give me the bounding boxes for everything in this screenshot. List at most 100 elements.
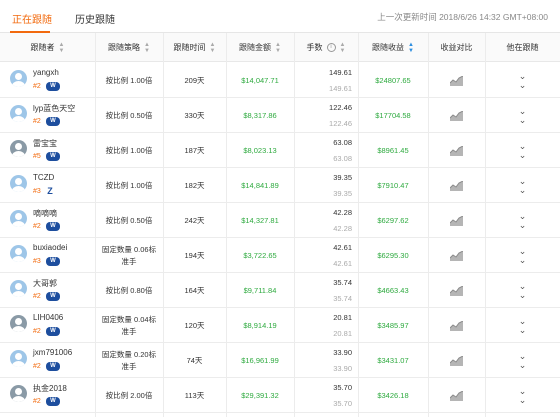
profit-cell: $6297.62 xyxy=(377,216,409,225)
expand-chevron-icon[interactable]: ⌄ ⌄ xyxy=(485,273,560,308)
profit-compare-chart-icon[interactable] xyxy=(428,378,485,413)
col-time[interactable]: 跟随时间 ▲ ▼ xyxy=(163,33,226,62)
col-amount[interactable]: 跟随金额 ▲ ▼ xyxy=(226,33,294,62)
avatar[interactable] xyxy=(10,245,27,262)
table-row[interactable]: 嘀嘀嘀 #2 W 按比例 0.50倍 242天 $14,327.81 42.28 42.28 $… xyxy=(0,203,560,238)
lots-value: 42.61 xyxy=(333,243,352,252)
follower-name[interactable]: buxiaodei xyxy=(33,243,67,252)
expand-chevron-icon[interactable]: ⌄ ⌄ xyxy=(485,378,560,413)
amount-cell: $8,023.13 xyxy=(243,146,277,155)
lots-secondary-value: 35.70 xyxy=(333,399,352,408)
expand-chevron-icon[interactable]: ⌄ ⌄ xyxy=(485,343,560,378)
col-strategy[interactable]: 跟随策略 ▲ ▼ xyxy=(95,33,163,62)
expand-chevron-icon[interactable]: ⌄ ⌄ xyxy=(485,98,560,133)
follower-cell[interactable]: 雷宝宝 #5 W xyxy=(0,133,95,168)
avatar[interactable] xyxy=(10,350,27,367)
follower-name[interactable]: 嘀嘀嘀 xyxy=(33,208,57,219)
lots-value: 39.35 xyxy=(333,173,352,182)
strategy-cell: 按比例 0.50倍 xyxy=(105,216,153,225)
strategy-cell: 按比例 0.80倍 xyxy=(105,286,153,295)
avatar[interactable] xyxy=(10,105,27,122)
expand-chevron-icon[interactable]: ⌄ ⌄ xyxy=(485,203,560,238)
table-row[interactable]: 大哥郭 #2 W 按比例 0.80倍 164天 $9,711.84 35.74 35.74 $4… xyxy=(0,273,560,308)
profit-cell: $3431.07 xyxy=(377,356,409,365)
expand-chevron-icon[interactable]: ⌄ ⌄ xyxy=(485,308,560,343)
table-row[interactable]: 雷宝宝 #5 W 按比例 1.00倍 187天 $8,023.13 63.08 63.08 $8… xyxy=(0,133,560,168)
avatar[interactable] xyxy=(10,175,27,192)
tab-following[interactable]: 正在跟随 xyxy=(12,11,52,26)
follower-cell[interactable]: 执金2018 #2 W xyxy=(0,378,95,413)
follower-cell[interactable]: buxiaodei #3 W xyxy=(0,238,95,273)
profit-compare-chart-icon[interactable] xyxy=(428,203,485,238)
lots-value: 35.74 xyxy=(333,278,352,287)
expand-chevron-icon[interactable]: ⌄ ⌄ xyxy=(485,63,560,98)
profit-compare-chart-icon[interactable] xyxy=(428,273,485,308)
avatar[interactable] xyxy=(10,70,27,87)
lots-cell: 20.81 20.81 xyxy=(294,308,358,343)
profit-compare-chart-icon[interactable] xyxy=(428,168,485,203)
expand-chevron-icon[interactable]: ⌄ ⌄ xyxy=(485,168,560,203)
table-row[interactable]: lyp蓝色天空 #2 W 按比例 0.50倍 330天 $8,317.86 122.46 12… xyxy=(0,98,560,133)
follower-cell[interactable]: 大哥郭 #2 W xyxy=(0,273,95,308)
follower-cell[interactable]: LIH0406 #2 W xyxy=(0,308,95,343)
follower-name[interactable]: 大哥郭 xyxy=(33,278,57,289)
lots-cell: 33.90 33.90 xyxy=(294,343,358,378)
col-lots[interactable]: 手数 i ▲ ▼ xyxy=(294,33,358,62)
col-profit[interactable]: 跟随收益 ▲ ▼ xyxy=(358,33,428,62)
rank-label: #5 xyxy=(33,153,41,160)
follower-name[interactable]: yangxh xyxy=(33,68,59,77)
time-cell: 194天 xyxy=(184,251,205,260)
amount-cell: $29,391.32 xyxy=(241,391,279,400)
tab-history[interactable]: 历史跟随 xyxy=(75,11,115,26)
follower-name[interactable]: jxm791006 xyxy=(33,348,72,357)
lots-cell: 35.74 35.74 xyxy=(294,273,358,308)
info-icon[interactable]: i xyxy=(326,43,336,53)
table-row[interactable]: yangxh #2 W 按比例 1.00倍 209天 $14,047.71 149.61 14… xyxy=(0,63,560,98)
avatar[interactable] xyxy=(10,280,27,297)
lots-cell: 42.61 42.61 xyxy=(294,238,358,273)
profit-compare-chart-icon[interactable] xyxy=(428,133,485,168)
profit-compare-chart-icon[interactable] xyxy=(428,308,485,343)
profit-compare-chart-icon[interactable] xyxy=(428,343,485,378)
avatar[interactable] xyxy=(10,140,27,157)
lots-cell: 42.28 42.28 xyxy=(294,203,358,238)
lots-value: 20.81 xyxy=(333,313,352,322)
expand-chevron-icon[interactable]: ⌄ ⌄ xyxy=(485,238,560,273)
lots-secondary-value: 42.28 xyxy=(333,224,352,233)
lots-secondary-value: 20.81 xyxy=(333,329,352,338)
col-follower[interactable]: 跟随者 ▲ ▼ xyxy=(0,33,95,62)
table-row[interactable]: LIH0406 #2 W 固定数量 0.04标准手 120天 $8,914.19 20.81… xyxy=(0,308,560,343)
profit-compare-chart-icon[interactable] xyxy=(428,238,485,273)
follower-cell[interactable]: jxm791006 #2 W xyxy=(0,343,95,378)
follower-name[interactable]: LIH0406 xyxy=(33,313,63,322)
profit-cell: $8961.45 xyxy=(377,146,409,155)
profit-compare-chart-icon[interactable] xyxy=(428,63,485,98)
avatar[interactable] xyxy=(10,315,27,332)
time-cell: 330天 xyxy=(184,111,205,120)
avatar[interactable] xyxy=(10,210,27,227)
follower-cell[interactable]: TCZD #3 Z xyxy=(0,168,95,203)
avatar[interactable] xyxy=(10,385,27,402)
time-cell: 120天 xyxy=(184,321,205,330)
table-row[interactable]: jxm791006 #2 W 固定数量 0.20标准手 74天 $16,961.99 33.… xyxy=(0,343,560,378)
expand-chevron-icon[interactable]: ⌄ ⌄ xyxy=(485,133,560,168)
broker-badge-icon: W xyxy=(46,82,60,91)
follower-cell[interactable]: lyp蓝色天空 #2 W xyxy=(0,98,95,133)
lots-secondary-value: 33.90 xyxy=(333,364,352,373)
time-cell: 182天 xyxy=(184,181,205,190)
rank-label: #2 xyxy=(33,223,41,230)
table-row[interactable]: TCZD #3 Z 按比例 1.00倍 182天 $14,841.89 39.35 39.35… xyxy=(0,168,560,203)
time-cell: 74天 xyxy=(186,356,203,365)
follower-name[interactable]: 执金2018 xyxy=(33,383,67,394)
follower-name[interactable]: TCZD xyxy=(33,173,54,182)
lots-value: 63.08 xyxy=(333,138,352,147)
table-row[interactable]: buxiaodei #3 W 固定数量 0.06标准手 194天 $3,722.65 42.… xyxy=(0,238,560,273)
profit-compare-chart-icon[interactable] xyxy=(428,98,485,133)
lots-secondary-value: 63.08 xyxy=(333,154,352,163)
follower-name[interactable]: lyp蓝色天空 xyxy=(33,103,75,114)
strategy-cell: 按比例 1.00倍 xyxy=(105,76,153,85)
follower-cell[interactable]: 嘀嘀嘀 #2 W xyxy=(0,203,95,238)
table-row[interactable]: 执金2018 #2 W 按比例 2.00倍 113天 $29,391.32 35.70 35.… xyxy=(0,378,560,413)
follower-cell[interactable]: yangxh #2 W xyxy=(0,63,95,98)
follower-name[interactable]: 雷宝宝 xyxy=(33,138,57,149)
